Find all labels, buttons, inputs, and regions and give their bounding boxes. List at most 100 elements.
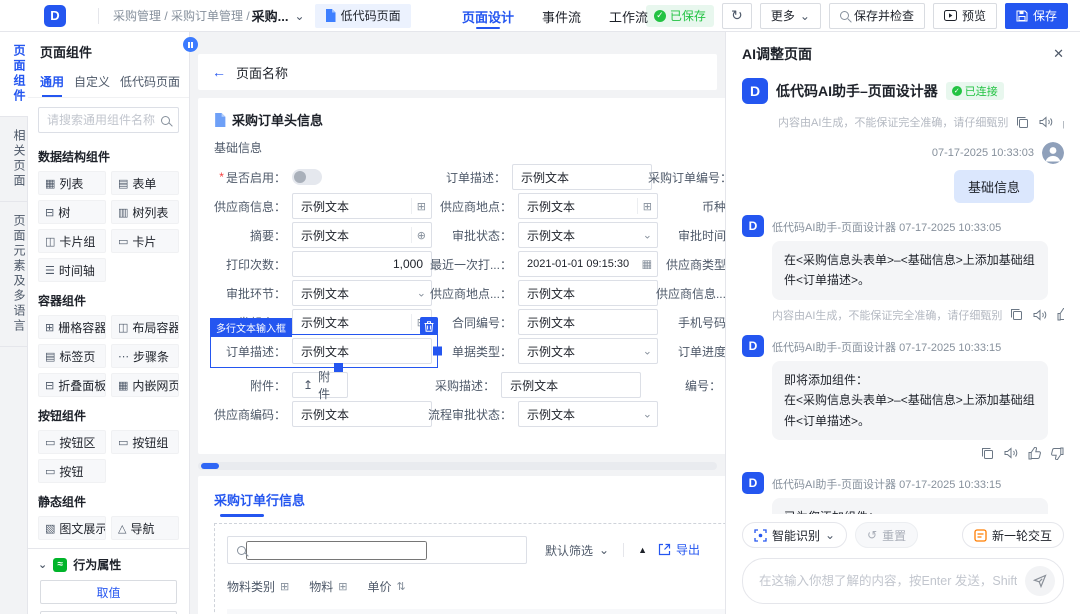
- order-lines-card[interactable]: 采购订单行信息 默认筛选 ⌄ ▲ 导出: [198, 476, 725, 614]
- scrollbar-thumb[interactable]: [201, 463, 219, 469]
- field-supplier-info-2[interactable]: 供应商信息...: [666, 280, 725, 306]
- app-logo-icon[interactable]: D: [44, 5, 66, 27]
- component-item-list[interactable]: ▦列表: [38, 171, 106, 195]
- breadcrumb[interactable]: 采购管理 / 采购订单管理 /: [113, 7, 250, 24]
- field-order-desc-selected[interactable]: 订单描述 示例文本 多行文本输入框: [214, 338, 432, 364]
- field-supplier-info[interactable]: 供应商信息 示例文本⊞: [214, 193, 432, 219]
- enabled-toggle[interactable]: [292, 169, 322, 185]
- page-tab-lowcode[interactable]: 低代码页面: [315, 4, 411, 28]
- order-lines-tab[interactable]: 采购订单行信息: [214, 490, 305, 517]
- calendar-icon[interactable]: ▦: [642, 258, 652, 271]
- supplier-site-input[interactable]: 示例文本⊞: [518, 193, 658, 219]
- component-item-steps[interactable]: ⋯步骤条: [111, 344, 179, 368]
- globe-icon[interactable]: ⊕: [411, 227, 426, 243]
- field-order-progress[interactable]: 订单进度: [666, 338, 725, 364]
- field-supplier-type[interactable]: 供应商类型: [666, 251, 725, 277]
- lookup-icon[interactable]: ⊞: [637, 198, 652, 214]
- rail-tab-page-elements[interactable]: 页面元素及多语言: [0, 202, 28, 347]
- tab-page-design[interactable]: 页面设计: [462, 0, 514, 32]
- doc-type-select[interactable]: 示例文本⌄: [518, 338, 658, 364]
- save-button[interactable]: 保存: [1005, 3, 1068, 29]
- field-order-desc[interactable]: 订单描述 示例文本: [434, 164, 652, 190]
- component-item-tree-list[interactable]: ▥树列表: [111, 200, 179, 224]
- send-button[interactable]: [1025, 566, 1055, 596]
- rail-tab-related-pages[interactable]: 相关页面: [0, 117, 28, 202]
- component-item-card-group[interactable]: ◫卡片组: [38, 229, 106, 253]
- chat-area[interactable]: 内容由AI生成，不能保证完全准确，请仔细甄别 07-17-2025 10:33:…: [742, 114, 1064, 514]
- thumbs-up-icon[interactable]: [1057, 308, 1064, 321]
- component-item-button[interactable]: ▭按钮: [38, 459, 106, 483]
- copy-icon[interactable]: [981, 447, 994, 460]
- component-search[interactable]: [38, 107, 179, 133]
- component-item-button-group[interactable]: ▭按钮组: [111, 430, 179, 454]
- field-enabled[interactable]: *是否启用: [214, 164, 426, 190]
- process-approval-status-select[interactable]: 示例文本⌄: [518, 401, 658, 427]
- component-item-collapse[interactable]: ⊟折叠面板: [38, 373, 106, 397]
- field-currency[interactable]: 币种: [666, 193, 725, 219]
- preview-button[interactable]: 预览: [933, 3, 997, 29]
- thumbs-up-icon[interactable]: [1028, 447, 1041, 460]
- component-item-layout-container[interactable]: ◫布局容器: [111, 315, 179, 339]
- export-button[interactable]: 导出: [658, 541, 700, 558]
- supplier-site-2-input[interactable]: 示例文本: [518, 280, 658, 306]
- filter-unit-price[interactable]: 单价⇅: [367, 578, 405, 595]
- field-print-count[interactable]: 打印次数 1,000: [214, 251, 432, 277]
- component-item-iframe[interactable]: ▦内嵌网页: [111, 373, 179, 397]
- field-po-number[interactable]: 采购订单编号: [660, 164, 725, 190]
- chat-input-box[interactable]: [742, 558, 1064, 604]
- panel-tab-general[interactable]: 通用: [40, 69, 64, 97]
- panel-tab-custom[interactable]: 自定义: [74, 69, 110, 97]
- field-phone-number[interactable]: 手机号码: [666, 309, 725, 335]
- thumbs-up-icon[interactable]: [1063, 116, 1064, 129]
- field-supplier-code[interactable]: 供应商编码 示例文本: [214, 401, 432, 427]
- refresh-button[interactable]: ↻: [722, 3, 752, 29]
- component-item-form[interactable]: ▤表单: [111, 171, 179, 195]
- behavior-header[interactable]: ⌄ ≈ 行为属性: [38, 556, 179, 573]
- table-search-input[interactable]: [246, 541, 427, 560]
- order-desc-textarea[interactable]: 示例文本: [292, 338, 432, 364]
- speaker-icon[interactable]: [1039, 116, 1053, 128]
- approval-step-select[interactable]: 示例文本⌄: [292, 280, 432, 306]
- field-approval-status[interactable]: 审批状态 示例文本⌄: [440, 222, 658, 248]
- resize-handle-bottom[interactable]: [334, 363, 343, 372]
- order-desc-input[interactable]: 示例文本: [512, 164, 652, 190]
- copy-icon[interactable]: [1016, 116, 1029, 129]
- field-purchase-desc[interactable]: 采购描述 示例文本: [423, 372, 641, 398]
- reset-button[interactable]: ↺ 重置: [855, 522, 918, 548]
- new-round-button[interactable]: 新一轮交互: [962, 522, 1064, 548]
- default-filter-label[interactable]: 默认筛选: [545, 542, 593, 559]
- save-and-check-button[interactable]: 保存并检查: [829, 3, 925, 29]
- component-item-nav[interactable]: △导航: [111, 516, 179, 540]
- panel-collapse-button[interactable]: [183, 37, 198, 52]
- component-search-input[interactable]: [47, 113, 155, 127]
- field-supplier-site[interactable]: 供应商地点 示例文本⊞: [440, 193, 658, 219]
- component-item-timeline[interactable]: ☰时间轴: [38, 258, 106, 282]
- table-search[interactable]: [227, 536, 527, 564]
- lookup-icon[interactable]: ⊞: [411, 198, 426, 214]
- summary-input[interactable]: 示例文本⊕: [292, 222, 432, 248]
- attachment-upload-button[interactable]: ↥附件: [292, 372, 348, 398]
- approval-status-select[interactable]: 示例文本⌄: [518, 222, 658, 248]
- close-icon[interactable]: ✕: [1053, 46, 1064, 62]
- delete-component-button[interactable]: [420, 317, 438, 335]
- supplier-info-input[interactable]: 示例文本⊞: [292, 193, 432, 219]
- component-item-grid-container[interactable]: ⊞栅格容器: [38, 315, 106, 339]
- component-item-card[interactable]: ▭卡片: [111, 229, 179, 253]
- thumbs-down-icon[interactable]: [1051, 447, 1064, 460]
- component-item-tree[interactable]: ⊟树: [38, 200, 106, 224]
- field-last-print-time[interactable]: 最近一次打... 2021-01-01 09:15:30▦: [440, 251, 658, 277]
- speaker-icon[interactable]: [1004, 447, 1018, 459]
- field-attachment[interactable]: 附件 ↥附件: [214, 372, 415, 398]
- purchase-desc-input[interactable]: 示例文本: [501, 372, 641, 398]
- field-supplier-site-2[interactable]: 供应商地点... 示例文本: [440, 280, 658, 306]
- filter-material-category[interactable]: 物料类别⊞: [227, 578, 289, 595]
- breadcrumb-current[interactable]: 采购...: [252, 6, 289, 25]
- chevron-down-icon[interactable]: ⌄: [599, 543, 609, 557]
- order-header-form-card[interactable]: 采购订单头信息 基础信息 *是否启用 订单描述 示例文本 采购订单编号 供应商信…: [198, 98, 725, 454]
- field-doc-type[interactable]: 单据类型 示例文本⌄: [440, 338, 658, 364]
- field-process-approval-status[interactable]: 流程审批状态 示例文本⌄: [440, 401, 658, 427]
- speaker-icon[interactable]: [1033, 309, 1047, 321]
- field-approval-time[interactable]: 审批时间: [666, 222, 725, 248]
- chat-input[interactable]: [759, 574, 1017, 588]
- tab-event-flow[interactable]: 事件流: [542, 0, 581, 32]
